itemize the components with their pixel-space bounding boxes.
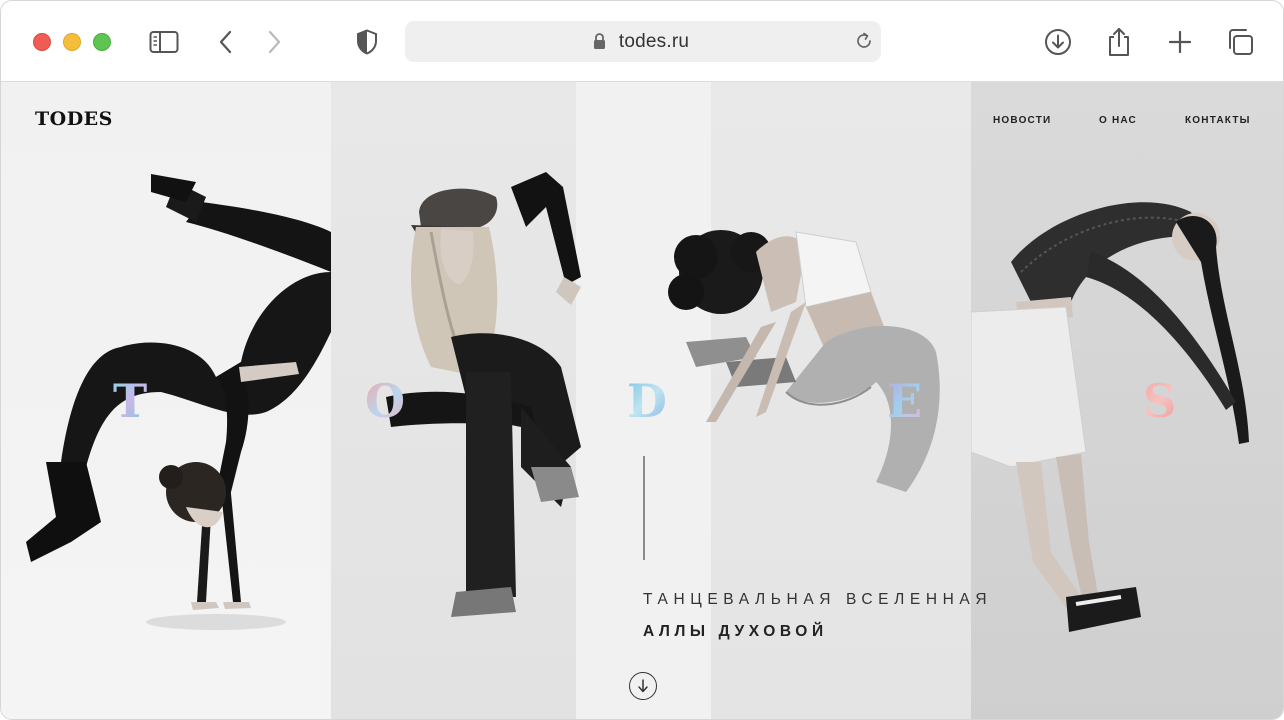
brand-letter-d: D: [627, 374, 667, 428]
dancer-photo-backbend: [971, 202, 1249, 632]
downloads-button[interactable]: [1041, 25, 1075, 59]
site-logo[interactable]: TODES: [35, 108, 113, 130]
tagline-line-1: ТАНЦЕВАЛЬНАЯ ВСЕЛЕННАЯ: [643, 591, 993, 608]
download-icon: [1045, 29, 1071, 55]
scroll-down-button[interactable]: [629, 672, 657, 700]
arrow-down-icon: [638, 679, 648, 693]
share-icon: [1109, 28, 1129, 56]
browser-window: todes.ru TODES НОВОСТИ О НАС КОНТАКТЫ T …: [0, 0, 1284, 720]
brand-letter-s: S: [1143, 374, 1177, 428]
tagline-line-2: АЛЛЫ ДУХОВОЙ: [643, 623, 828, 640]
sidebar-toggle-button[interactable]: [147, 25, 181, 59]
new-tab-button[interactable]: [1163, 25, 1197, 59]
minimize-window-button[interactable]: [63, 33, 81, 51]
plus-icon: [1168, 30, 1192, 54]
tabs-overview-icon: [1229, 29, 1253, 55]
browser-toolbar: todes.ru: [1, 1, 1283, 82]
reload-button[interactable]: [853, 30, 875, 57]
forward-button[interactable]: [257, 25, 291, 59]
url-text: todes.ru: [618, 31, 690, 52]
sidebar-icon: [149, 31, 179, 53]
shield-icon: [357, 29, 377, 55]
brand-letter-t: T: [113, 374, 148, 428]
todes-homepage: TODES НОВОСТИ О НАС КОНТАКТЫ T O D E S Т…: [1, 82, 1283, 719]
share-button[interactable]: [1102, 25, 1136, 59]
nav-link-contacts[interactable]: КОНТАКТЫ: [1185, 115, 1251, 126]
nav-link-news[interactable]: НОВОСТИ: [993, 115, 1051, 126]
chevron-right-icon: [268, 30, 281, 54]
maximize-window-button[interactable]: [93, 33, 111, 51]
chevron-left-icon: [219, 30, 232, 54]
nav-link-about[interactable]: О НАС: [1099, 115, 1137, 126]
dancer-photo-jump: [668, 230, 940, 492]
vertical-divider: [643, 456, 645, 560]
reload-icon: [857, 32, 871, 48]
back-button[interactable]: [209, 25, 243, 59]
dancer-photo-handstand: [26, 174, 331, 630]
brand-letter-e: E: [887, 374, 923, 428]
tab-overview-button[interactable]: [1223, 25, 1257, 59]
brand-letter-o: O: [365, 374, 406, 428]
address-bar[interactable]: todes.ru: [405, 21, 881, 62]
close-window-button[interactable]: [33, 33, 51, 51]
privacy-report-button[interactable]: [350, 25, 384, 59]
